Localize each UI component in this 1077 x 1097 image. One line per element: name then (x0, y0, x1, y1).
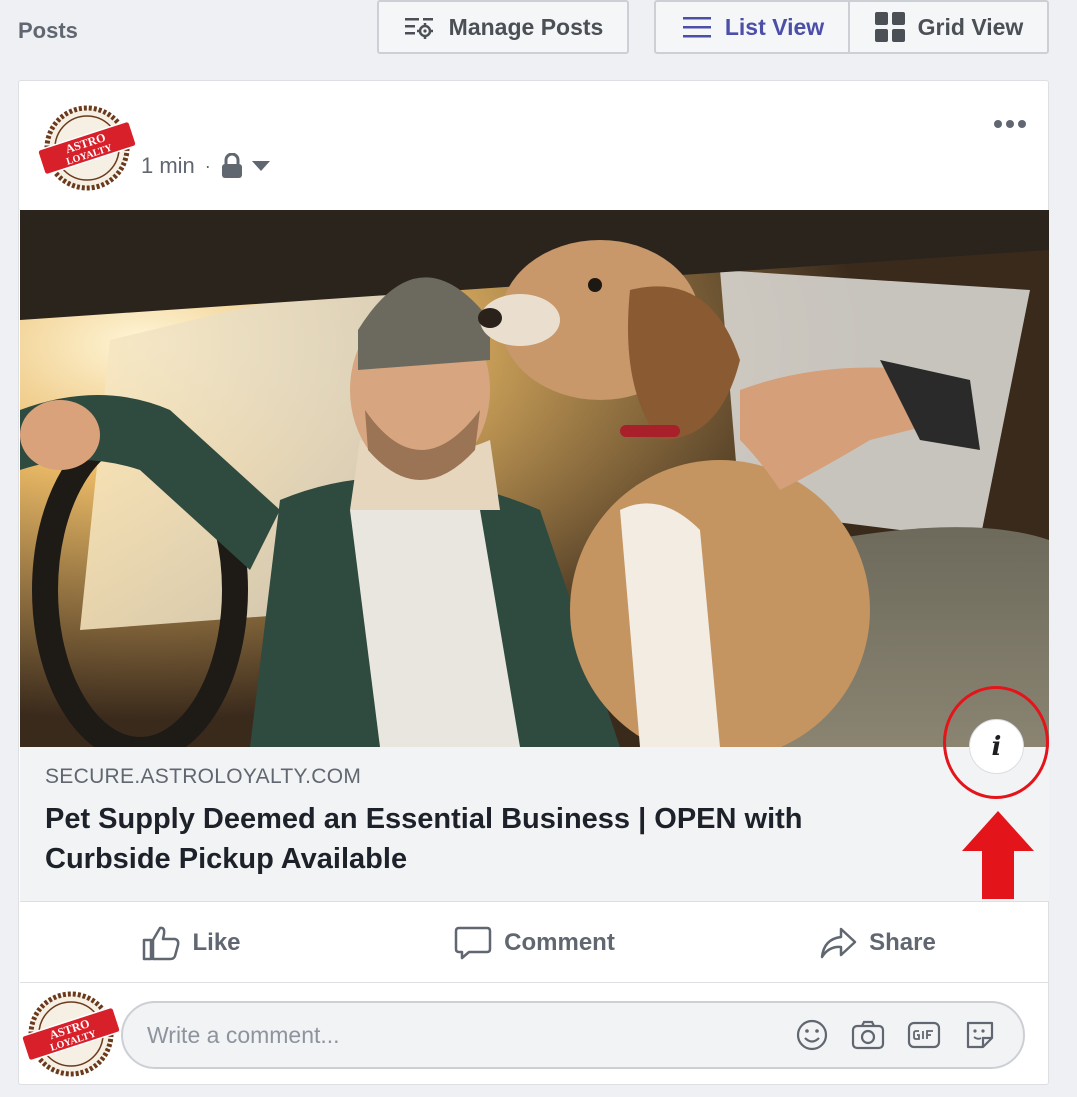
more-options-button[interactable] (990, 109, 1030, 139)
share-label: Share (869, 928, 936, 956)
grid-view-button[interactable]: Grid View (848, 0, 1049, 54)
comment-input[interactable] (147, 1021, 795, 1049)
share-button[interactable]: Share (706, 903, 1049, 982)
post-photo[interactable] (20, 210, 1049, 747)
post-time[interactable]: 1 min (141, 153, 195, 179)
emoji-icon[interactable] (795, 1018, 829, 1052)
list-icon (682, 17, 711, 38)
sticker-icon[interactable] (963, 1018, 997, 1052)
post-meta: 1 min · (141, 153, 271, 179)
like-button[interactable]: Like (20, 903, 363, 982)
list-view-label: List View (724, 13, 825, 40)
annotation-arrow-icon (962, 811, 1034, 899)
manage-settings-icon (404, 18, 433, 39)
annotation-highlight-circle (943, 686, 1049, 799)
page-title: Posts (18, 18, 78, 43)
lock-icon[interactable] (221, 153, 243, 179)
comment-label: Comment (504, 928, 615, 956)
more-dots-icon (994, 120, 1026, 128)
manage-posts-label: Manage Posts (448, 13, 604, 40)
comment-composer (121, 1001, 1025, 1069)
list-view-button[interactable]: List View (654, 0, 850, 54)
gif-icon[interactable] (907, 1018, 941, 1052)
commenter-avatar: ASTRO LOYALTY (21, 991, 121, 1077)
page-avatar[interactable]: ASTRO LOYALTY (37, 105, 137, 191)
comment-tools (795, 1018, 997, 1052)
grid-view-label: Grid View (917, 13, 1024, 40)
caret-down-icon[interactable] (251, 159, 271, 173)
link-title[interactable]: Pet Supply Deemed an Essential Business … (45, 799, 925, 879)
comment-button[interactable]: Comment (363, 903, 706, 982)
like-label: Like (192, 928, 241, 956)
manage-posts-button[interactable]: Manage Posts (377, 0, 629, 54)
share-arrow-icon (820, 927, 857, 958)
post-actions-bar: Like Comment Share (20, 903, 1049, 983)
meta-separator: · (204, 155, 211, 176)
grid-icon (874, 12, 905, 42)
post-card: ASTRO LOYALTY 1 min · SECURE.ASTROLOYALT… (18, 80, 1049, 1085)
thumbs-up-icon (143, 926, 180, 960)
link-preview[interactable]: SECURE.ASTROLOYALTY.COM Pet Supply Deeme… (20, 747, 1049, 902)
comment-bubble-icon (454, 926, 492, 959)
camera-icon[interactable] (851, 1018, 885, 1052)
link-domain: SECURE.ASTROLOYALTY.COM (45, 765, 362, 788)
